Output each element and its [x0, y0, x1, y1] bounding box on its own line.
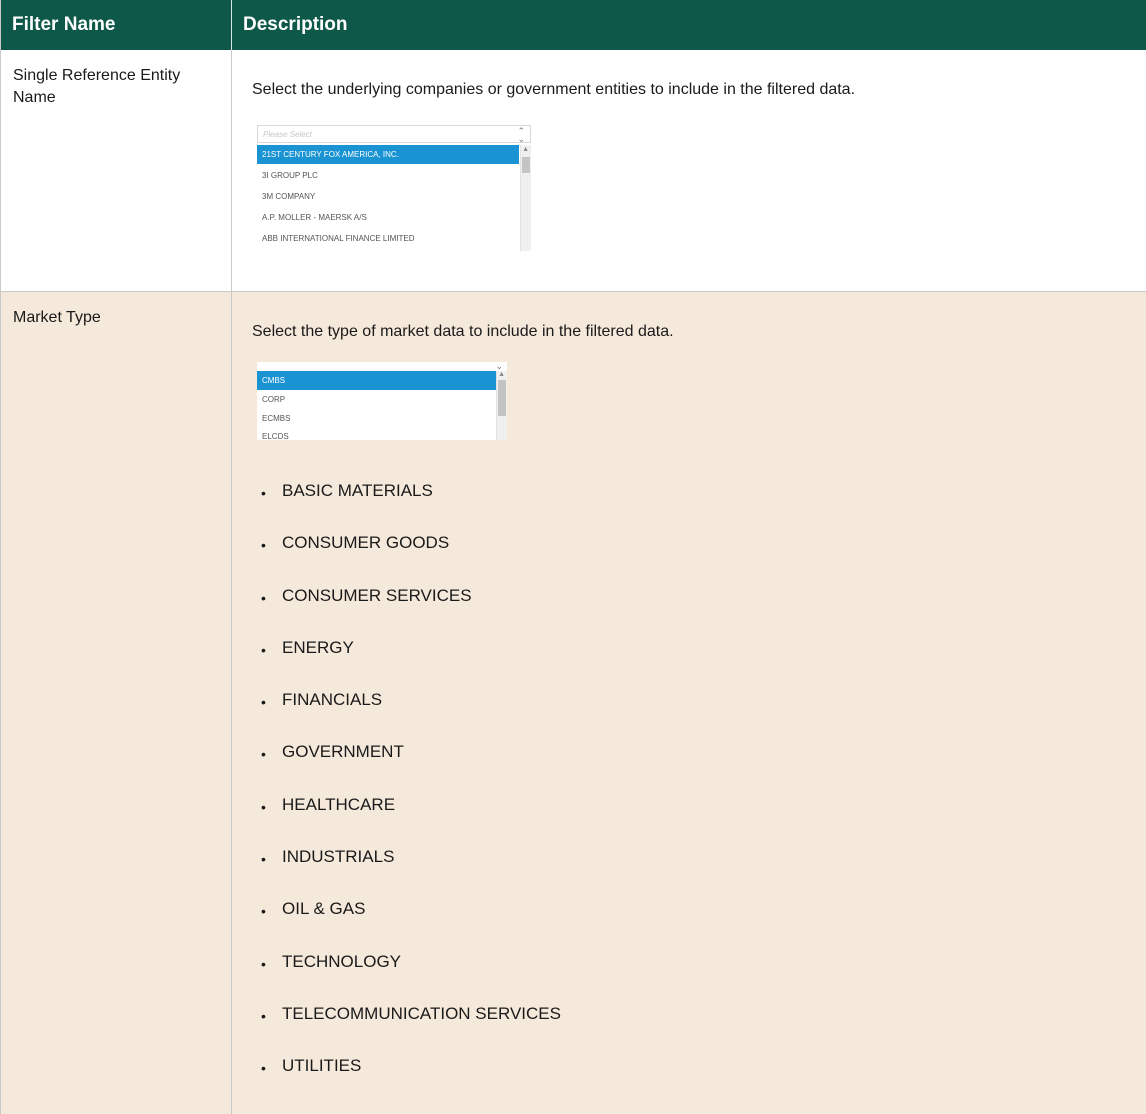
filter-table: Filter Name Description Single Reference… [0, 0, 1146, 1114]
chevron-down-icon[interactable]: ⌄ [495, 362, 503, 371]
bullet-icon: • [261, 851, 266, 868]
bullet-icon: • [261, 1060, 266, 1077]
list-option[interactable]: 3I GROUP PLC [257, 166, 519, 185]
filter-name-cell: Single Reference Entity Name [13, 67, 181, 106]
bullet-icon: • [261, 955, 266, 972]
scrollbar-thumb[interactable] [498, 380, 506, 416]
list-option-selected[interactable]: CMBS [257, 371, 497, 390]
bullet-icon: • [261, 746, 266, 763]
entity-select-field[interactable]: Please Select ⌃ ⌄ [257, 125, 531, 144]
header-description: Description [243, 14, 348, 35]
filter-description: Select the type of market data to includ… [252, 323, 674, 340]
entity-listbox[interactable]: Please Select ⌃ ⌄ 21ST CENTURY FOX AMERIC… [257, 125, 531, 251]
scroll-up-arrow-icon[interactable]: ▲ [522, 146, 529, 153]
header-divider [231, 0, 232, 50]
scroll-up-arrow-icon[interactable]: ▲ [498, 371, 505, 378]
list-option-selected[interactable]: 21ST CENTURY FOX AMERICA, INC. [257, 145, 519, 164]
filter-description: Select the underlying companies or gover… [252, 81, 856, 98]
listbox-scrollbar[interactable]: ▲ [496, 371, 507, 440]
bullet-icon: • [261, 589, 266, 606]
filter-name-cell: Market Type [13, 309, 101, 326]
list-option[interactable]: ABB INTERNATIONAL FINANCE LIMITED [257, 229, 519, 248]
bullet-icon: • [261, 903, 266, 920]
bullet-icon: • [261, 485, 266, 501]
list-option[interactable]: A.P. MOLLER - MAERSK A/S [257, 208, 519, 227]
market-type-listbox[interactable]: ⌄ CMBS CORP ECMBS ELCDS ▲ [257, 362, 507, 440]
bullet-icon: • [261, 641, 266, 658]
listbox-scrollbar[interactable]: ▲ [520, 145, 531, 251]
bullet-icon: • [261, 1007, 266, 1024]
bullet-icon: • [261, 537, 266, 554]
table-row: Market Type Select the type of market da… [1, 292, 1146, 1114]
entity-select-placeholder: Please Select [263, 130, 312, 139]
list-option[interactable]: ECMBS [257, 409, 497, 428]
bullet-icon: • [261, 798, 266, 815]
list-option[interactable]: ELCDS [257, 427, 497, 440]
bullet-icon: • [261, 694, 266, 711]
column-divider [231, 50, 232, 1114]
scrollbar-thumb[interactable] [522, 157, 530, 173]
table-header: Filter Name Description [1, 0, 1146, 50]
updown-chevron-icon[interactable]: ⌃ ⌄ [517, 127, 525, 144]
list-option[interactable]: 3M COMPANY [257, 187, 519, 206]
table-row: Single Reference Entity Name Select the … [1, 50, 1146, 292]
header-filter-name: Filter Name [12, 14, 116, 35]
list-option[interactable]: CORP [257, 390, 497, 409]
